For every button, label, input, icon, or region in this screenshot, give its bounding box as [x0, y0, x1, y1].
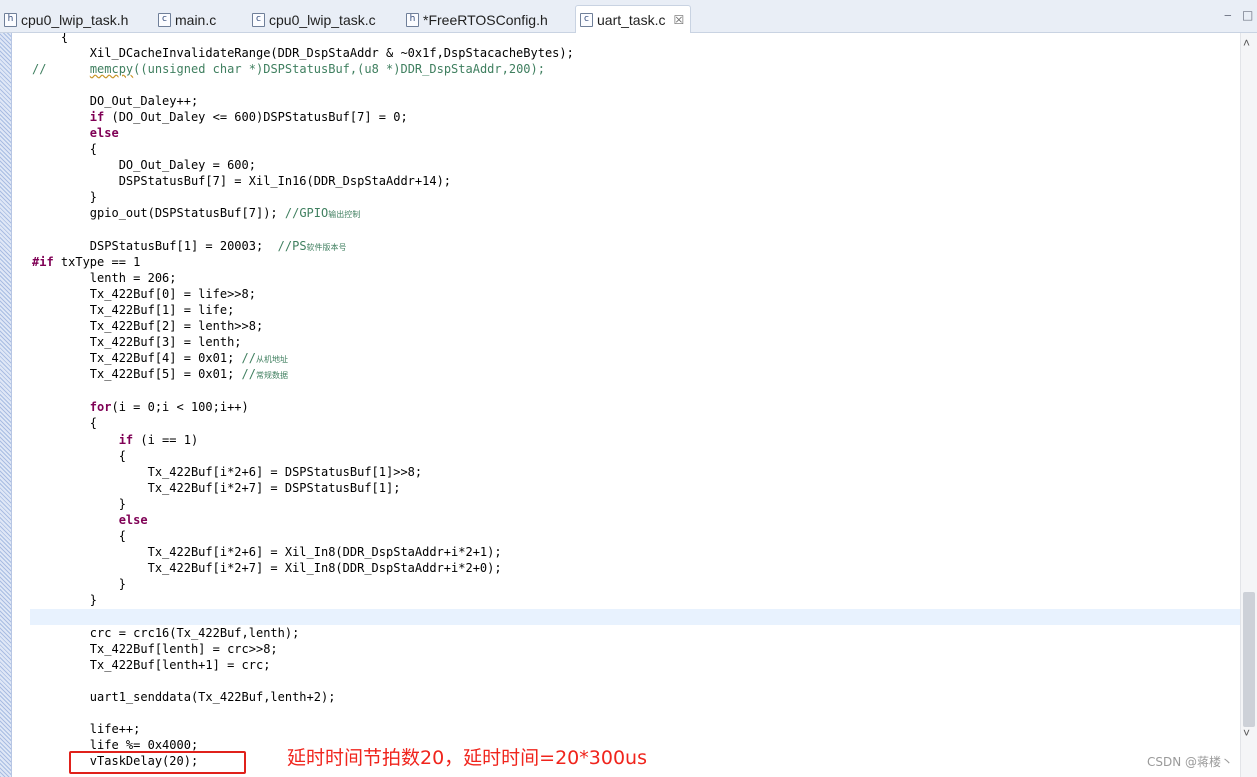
code-line: }	[32, 190, 98, 204]
code-text: Tx_422Buf[5] = 0x01;	[32, 367, 242, 381]
code-line: Tx_422Buf[1] = life;	[32, 303, 235, 317]
code-line: Tx_422Buf[i*2+7] = DSPStatusBuf[1];	[32, 481, 401, 495]
editor-left-ruler	[0, 33, 12, 777]
highlight-box	[69, 751, 246, 774]
comment: //	[241, 367, 256, 381]
tab-uart-task-c[interactable]: c uart_task.c ☒	[575, 5, 692, 33]
comment: 常规数据	[255, 371, 288, 380]
code-line: life++;	[32, 722, 141, 736]
code-line: Tx_422Buf[i*2+6] = Xil_In8(DDR_DspStaAdd…	[32, 545, 502, 559]
tab-cpu0-lwip-task-c[interactable]: c cpu0_lwip_task.c	[252, 6, 376, 33]
header-file-icon: h	[4, 12, 17, 27]
close-tab-icon[interactable]: ☒	[673, 13, 684, 27]
tab-main-c[interactable]: c main.c	[158, 6, 216, 33]
keyword: else	[118, 513, 148, 527]
tab-label: cpu0_lwip_task.c	[269, 11, 376, 28]
comment: 输出控制	[328, 210, 361, 219]
code-line: Tx_422Buf[lenth] = crc>>8;	[32, 642, 278, 656]
code-line: else	[32, 512, 148, 528]
comment-text: ((unsigned char *)DSPStatusBuf,(u8 *)DDR…	[133, 62, 545, 76]
code-line: Tx_422Buf[3] = lenth;	[32, 335, 242, 349]
preprocessor-keyword: #if	[32, 255, 54, 269]
code-line: Xil_DCacheInvalidateRange(DDR_DspStaAddr…	[32, 46, 574, 60]
code-line: Tx_422Buf[i*2+7] = Xil_In8(DDR_DspStaAdd…	[32, 561, 502, 575]
code-line: {	[32, 142, 98, 156]
comment: 从机地址	[255, 355, 288, 364]
comment: 软件版本号	[306, 243, 347, 252]
c-file-icon: c	[252, 12, 265, 27]
code-text: DSPStatusBuf[1] = 20003;	[32, 239, 278, 253]
annotation-text: 延时时间节拍数20，延时时间=20*300us	[287, 747, 647, 769]
code-line: Tx_422Buf[0] = life>>8;	[32, 287, 256, 301]
comment: //GPIO	[284, 206, 329, 220]
keyword: for	[89, 400, 112, 414]
code-line: {	[32, 33, 69, 44]
tab-freertosconfig-h[interactable]: h *FreeRTOSConfig.h	[406, 6, 548, 33]
code-text: (i = 0;i < 100;i++)	[111, 400, 249, 414]
code-line: Tx_422Buf[2] = lenth>>8;	[32, 319, 264, 333]
code-line: DSPStatusBuf[1] = 20003; //PS软件版本号	[32, 238, 347, 254]
tab-label: cpu0_lwip_task.h	[21, 11, 129, 28]
code-text: (i == 1)	[133, 433, 199, 447]
code-line: if (i == 1)	[32, 432, 198, 448]
tab-label: *FreeRTOSConfig.h	[423, 11, 548, 28]
code-line: {	[32, 416, 98, 430]
comment-memcpy: memcpy	[89, 62, 134, 76]
code-line: if (DO_Out_Daley <= 600)DSPStatusBuf[7] …	[32, 109, 408, 125]
code-line: }	[32, 593, 98, 607]
current-line-highlight	[30, 609, 1240, 625]
tab-label: main.c	[175, 11, 217, 28]
code-line: lenth = 206;	[32, 271, 177, 285]
code-text: (DO_Out_Daley <= 600)DSPStatusBuf[7] = 0…	[104, 110, 408, 124]
scrollbar-thumb[interactable]	[1243, 592, 1255, 727]
editor-tab-bar: h cpu0_lwip_task.h c main.c c cpu0_lwip_…	[0, 0, 1257, 33]
code-line: DSPStatusBuf[7] = Xil_In16(DDR_DspStaAdd…	[32, 174, 452, 188]
code-line: }	[32, 577, 126, 591]
code-line: Tx_422Buf[i*2+6] = DSPStatusBuf[1]>>8;	[32, 465, 423, 479]
code-line: // memcpy((unsigned char *)DSPStatusBuf,…	[32, 61, 545, 77]
code-line: uart1_senddata(Tx_422Buf,lenth+2);	[32, 690, 336, 704]
keyword: else	[89, 126, 119, 140]
code-line: Tx_422Buf[lenth+1] = crc;	[32, 658, 271, 672]
code-line: gpio_out(DSPStatusBuf[7]); //GPIO输出控制	[32, 205, 360, 221]
code-line: else	[32, 125, 119, 141]
comment: //	[241, 351, 256, 365]
watermark: CSDN @蒋楼丶	[1147, 755, 1234, 769]
maximize-icon[interactable]: □	[1242, 8, 1253, 22]
scroll-up-icon[interactable]: ˄	[1243, 36, 1250, 50]
code-line: {	[32, 449, 126, 463]
code-line: {	[32, 529, 126, 543]
code-line: Tx_422Buf[4] = 0x01; //从机地址	[32, 350, 288, 366]
code-line: DO_Out_Daley = 600;	[32, 158, 256, 172]
code-line: for(i = 0;i < 100;i++)	[32, 399, 249, 415]
code-line: }	[32, 497, 126, 511]
keyword: if	[118, 433, 134, 447]
code-line: #if txType == 1	[32, 254, 140, 270]
c-file-icon: c	[580, 12, 593, 27]
tab-label: uart_task.c	[597, 11, 666, 28]
minimize-icon[interactable]: ‒	[1224, 8, 1232, 22]
comment: //PS	[277, 239, 307, 253]
code-text: gpio_out(DSPStatusBuf[7]);	[32, 206, 285, 220]
header-file-icon: h	[406, 12, 419, 27]
code-text: txType == 1	[53, 255, 141, 269]
c-file-icon: c	[158, 12, 171, 27]
tab-cpu0-lwip-task-h[interactable]: h cpu0_lwip_task.h	[4, 6, 128, 33]
code-line: crc = crc16(Tx_422Buf,lenth);	[32, 626, 300, 640]
scroll-down-icon[interactable]: ˅	[1243, 726, 1250, 740]
code-line: Tx_422Buf[5] = 0x01; //常规数据	[32, 366, 288, 382]
code-text: Tx_422Buf[4] = 0x01;	[32, 351, 242, 365]
comment-slashes: //	[32, 62, 47, 76]
keyword: if	[89, 110, 105, 124]
code-editor[interactable]: { Xil_DCacheInvalidateRange(DDR_DspStaAd…	[14, 33, 1240, 777]
code-line: DO_Out_Daley++;	[32, 94, 199, 108]
